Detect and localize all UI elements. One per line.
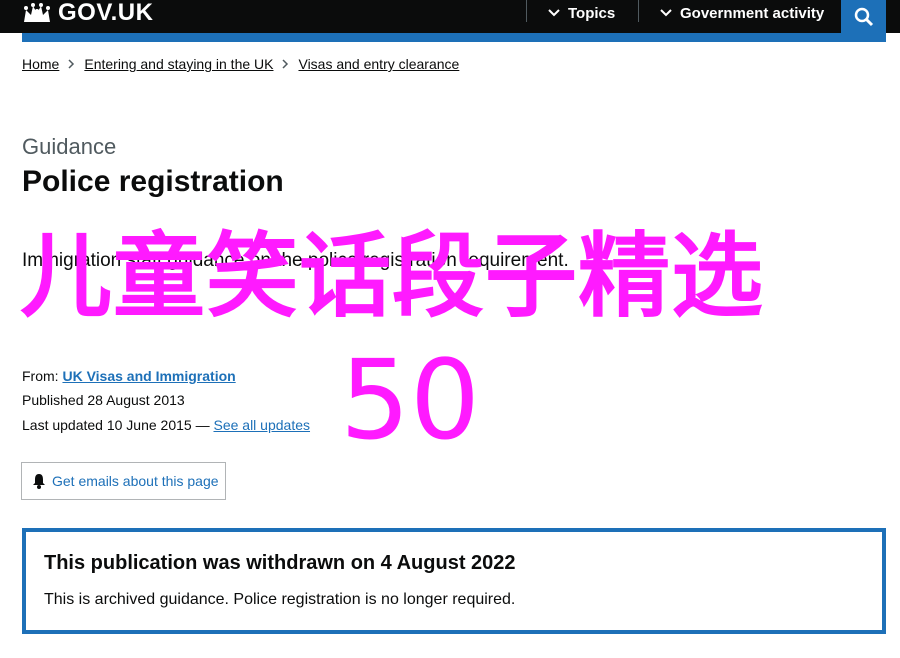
header-blue-bar <box>22 33 886 42</box>
crown-icon <box>24 3 50 22</box>
nav-divider <box>638 0 639 22</box>
see-all-updates-link[interactable]: See all updates <box>213 417 310 433</box>
withdrawn-notice: This publication was withdrawn on 4 Augu… <box>22 528 886 634</box>
from-organisation-link[interactable]: UK Visas and Immigration <box>62 368 235 384</box>
overlay-title: 儿童笑话段子精选 <box>20 223 765 330</box>
breadcrumb-home[interactable]: Home <box>22 56 59 72</box>
search-icon <box>854 7 873 26</box>
notice-body: This is archived guidance. Police regist… <box>44 591 516 608</box>
nav-divider <box>526 0 527 22</box>
site-header: GOV.UK Topics Government activity <box>0 0 900 33</box>
get-emails-label: Get emails about this page <box>52 473 219 489</box>
breadcrumb-visas[interactable]: Visas and entry clearance <box>298 56 459 72</box>
govuk-logo-link[interactable]: GOV.UK <box>22 0 153 26</box>
chevron-right-icon <box>282 59 289 69</box>
nav-government-activity[interactable]: Government activity <box>660 0 824 26</box>
search-button[interactable] <box>841 0 886 33</box>
chevron-down-icon <box>548 9 560 17</box>
logo-text: GOV.UK <box>58 0 154 26</box>
meta-from-label: From: <box>22 368 59 384</box>
chevron-right-icon <box>68 59 75 69</box>
meta-from: From: UK Visas and Immigration <box>22 367 236 385</box>
overlay-number: 50 <box>340 336 480 464</box>
chevron-down-icon <box>660 9 672 17</box>
breadcrumb-entering-staying[interactable]: Entering and staying in the UK <box>84 56 273 72</box>
nav-topics[interactable]: Topics <box>548 0 615 26</box>
meta-published: Published 28 August 2013 <box>22 392 185 408</box>
meta-updated-text: Last updated 10 June 2015 — <box>22 417 210 433</box>
notice-title: This publication was withdrawn on 4 Augu… <box>44 552 516 574</box>
page-caption: Guidance <box>22 134 117 159</box>
breadcrumb: Home Entering and staying in the UK Visa… <box>22 56 459 72</box>
get-emails-button[interactable]: Get emails about this page <box>21 462 226 500</box>
page-title: Police registration <box>22 165 284 198</box>
bell-icon <box>33 474 45 489</box>
nav-topics-label: Topics <box>568 4 616 22</box>
nav-government-activity-label: Government activity <box>680 4 825 22</box>
meta-updated: Last updated 10 June 2015 — See all upda… <box>22 416 310 434</box>
